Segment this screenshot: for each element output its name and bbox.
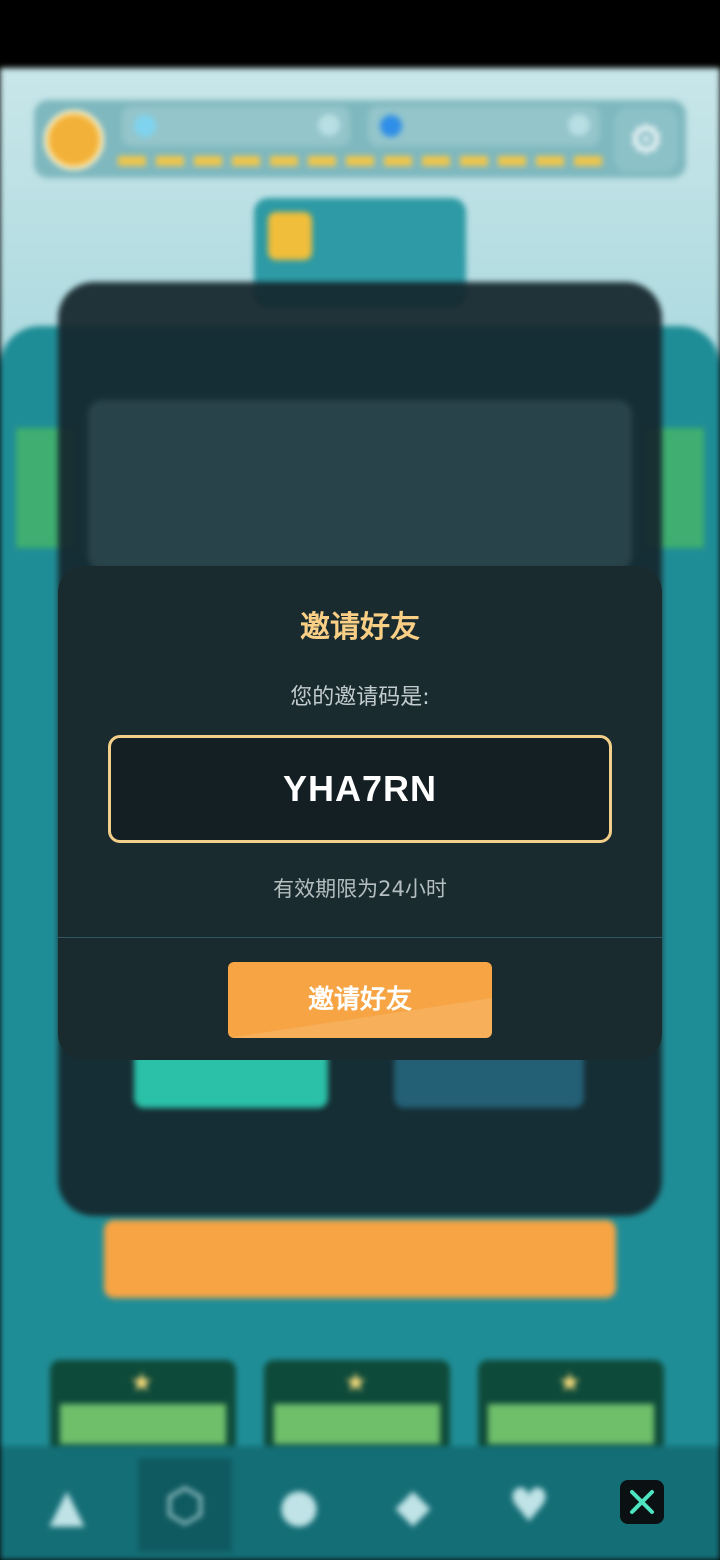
background-orange-button [104,1220,616,1298]
gem-icon [380,115,402,137]
modal-title: 邀请好友 [300,610,420,645]
invite-button-label: 邀请好友 [307,985,412,1015]
star-icon: ★ [130,1368,154,1398]
plus-icon [318,114,340,136]
upgrade-icon [268,212,312,260]
plus-icon [568,114,590,136]
invite-friends-modal: 邀请好友 您的邀请码是: YHA7RN 有效期限为24小时 邀请好友 [58,566,662,1060]
bottom-nav: ▲ ⬡ ● ◆ ♥ [0,1446,720,1560]
invite-code-caption: 您的邀请码是: [290,685,430,710]
gear-icon: ⚙ [614,108,678,172]
item-card: ★ [264,1360,450,1450]
invite-friends-button[interactable]: 邀请好友 [228,962,492,1038]
nav-icon: ⬡ [138,1458,232,1552]
status-bar [0,0,720,68]
nav-icon: ▲ [49,1478,85,1532]
validity-note: 有效期限为24小时 [273,877,447,901]
water-resource [122,106,350,146]
nav-icon: ● [278,1478,320,1532]
background-description [88,400,632,570]
nav-icon: ♥ [508,1478,550,1532]
item-card: ★ [50,1360,236,1450]
star-icon: ★ [344,1368,368,1398]
gem-resource [368,106,600,146]
divider [58,937,662,938]
xp-bar [118,156,608,166]
water-drop-icon [134,115,156,137]
invite-code-box: YHA7RN [108,735,612,843]
star-icon: ★ [558,1368,582,1398]
nav-icon: ◆ [395,1478,431,1532]
item-card: ★ [478,1360,664,1450]
level-badge [44,110,104,170]
invite-code: YHA7RN [282,768,438,809]
close-icon [630,1490,654,1514]
close-button[interactable] [620,1480,664,1524]
